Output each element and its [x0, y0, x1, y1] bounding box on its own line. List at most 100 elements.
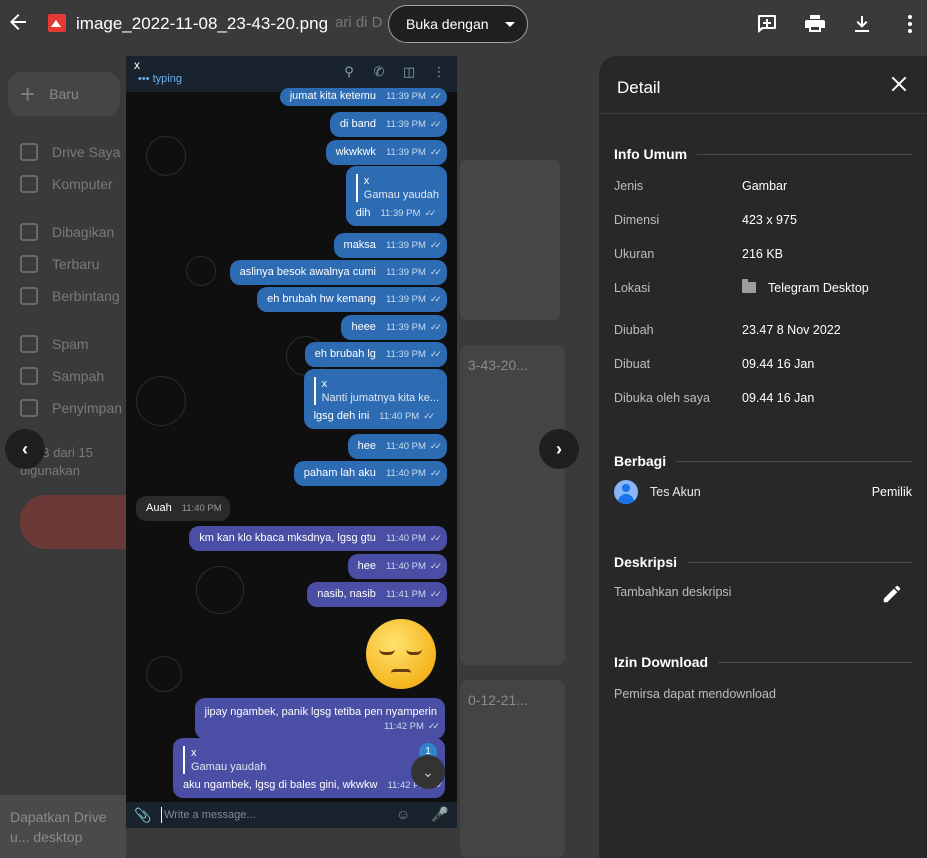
message-bubble: eh brubah lg 11:39 PM ✓✓ [304, 342, 447, 367]
detail-key: Dibuat [614, 357, 651, 371]
message-bubble: km kan klo kbaca mksdnya, lgsg gtu 11:40 … [189, 526, 447, 551]
message-bubble: heee 11:39 PM ✓✓ [341, 315, 447, 340]
reply-quote: x Gamau yaudah [355, 174, 439, 202]
close-icon[interactable] [887, 72, 911, 96]
incoming-message-bubble: Auah 11:40 PM [136, 496, 230, 521]
sidebar-item-trash[interactable]: Sampah [20, 365, 104, 387]
doodle [136, 376, 186, 426]
location-link[interactable]: Telegram Desktop [742, 279, 869, 295]
sidebar-item-storage[interactable]: Penyimpan [20, 397, 122, 419]
chat-header-icons: ⚲ ✆ ◫ ⋮ [341, 64, 447, 80]
message-bubble: jumat kita ketemu 11:39 PM ✓✓ [279, 88, 447, 106]
section-download-permission: Izin Download [614, 654, 912, 670]
contact-name: x [134, 58, 140, 72]
new-button[interactable]: + Baru [8, 72, 120, 116]
doodle [146, 656, 182, 692]
doodle [196, 566, 244, 614]
detail-key: Diubah [614, 323, 654, 337]
section-sharing: Berbagi [614, 453, 912, 469]
sidebar-icon: ◫ [402, 64, 416, 79]
detail-key: Ukuran [614, 247, 655, 261]
detail-key: Lokasi [614, 281, 651, 295]
reply-quote: x Nanti jumatnya kita ke... [313, 377, 439, 405]
pencil-icon[interactable] [881, 583, 903, 605]
message-input-placeholder: Write a message... [164, 809, 256, 821]
phone-icon: ✆ [373, 64, 385, 79]
doodle [186, 256, 216, 286]
sidebar-item-starred[interactable]: Berbintang [20, 285, 120, 307]
detail-value: 216 KB [742, 247, 784, 261]
sidebar-item-shared[interactable]: Dibagikan [20, 221, 114, 243]
desktop-promo[interactable]: Dapatkan Drive u... desktop [0, 795, 126, 858]
file-title: image_2022-11-08_23-43-20.png [76, 14, 329, 33]
message-bubble: aslinya besok awalnya cumi 11:39 PM ✓✓ [229, 260, 447, 285]
more-vert-icon: ⋮ [432, 64, 446, 79]
drive-icon [20, 143, 38, 161]
attach-icon: 📎 [134, 807, 152, 823]
details-title: Detail [617, 78, 661, 97]
description-placeholder: Tambahkan deskripsi [614, 585, 732, 599]
section-description: Deskripsi [614, 554, 912, 570]
print-icon[interactable] [803, 12, 827, 36]
message-bubble: maksa 11:39 PM ✓✓ [333, 233, 447, 258]
search-icon: ⚲ [344, 64, 354, 79]
back-arrow-icon[interactable] [6, 10, 30, 34]
mic-icon: 🎤 [431, 806, 449, 822]
message-bubble-reply: x Gamau yaudah dih 11:39 PM ✓✓ [345, 166, 447, 226]
file-card[interactable]: 0-12-21... [460, 680, 565, 858]
new-button-label: Baru [49, 86, 79, 102]
viewer-topbar: image_2022-11-08_23-43-20.png Buka denga… [0, 0, 927, 48]
spam-icon [20, 335, 38, 353]
computer-icon [20, 175, 38, 193]
avatar [614, 480, 638, 504]
download-icon[interactable] [850, 12, 874, 36]
detail-key: Dibuka oleh saya [614, 391, 710, 405]
detail-key: Jenis [614, 179, 644, 193]
share-row: Tes Akun Pemilik [614, 480, 912, 504]
pensive-emoji-sticker [366, 619, 436, 689]
clock-icon [20, 255, 38, 273]
details-panel: Detail Info Umum Jenis Gambar Dimensi 42… [599, 56, 927, 858]
emoji-icon: ☺ [396, 806, 411, 822]
more-vert-icon[interactable] [898, 12, 922, 36]
message-bubble: di band 11:39 PM ✓✓ [329, 112, 447, 137]
message-bubble: jipay ngambek, panik lgsg tetiba pen nya… [194, 698, 445, 739]
message-input-bar: 📎 Write a message... ☺ 🎤 [126, 802, 457, 828]
cloud-icon [20, 399, 38, 417]
next-image-button[interactable]: › [539, 429, 579, 469]
download-permission-text: Pemirsa dapat mendownload [614, 687, 776, 701]
file-thumbnail [460, 160, 560, 320]
image-preview: x ••• typing ⚲ ✆ ◫ ⋮ jumat kita ketemu 11… [126, 56, 457, 828]
sidebar-item-recent[interactable]: Terbaru [20, 253, 99, 275]
section-general-info: Info Umum [614, 146, 912, 162]
reply-quote: x Gamau yaudah [183, 746, 437, 774]
share-user-name: Tes Akun [650, 485, 701, 499]
message-bubble: paham lah aku 11:40 PM ✓✓ [293, 461, 447, 486]
sidebar-item-computers[interactable]: Komputer [20, 173, 113, 195]
message-bubble: nasib, nasib 11:41 PM ✓✓ [307, 582, 447, 607]
doodle [146, 136, 186, 176]
message-bubble: wkwkwk 11:39 PM ✓✓ [325, 140, 447, 165]
sidebar-item-my-drive[interactable]: Drive Saya [20, 141, 120, 163]
chevron-down-icon [504, 21, 515, 27]
typing-status: ••• typing [138, 73, 182, 85]
open-with-button[interactable]: Buka dengan [388, 5, 528, 43]
sidebar-item-spam[interactable]: Spam [20, 333, 89, 355]
previous-image-button[interactable]: ‹ [5, 429, 45, 469]
plus-icon: + [20, 79, 36, 109]
message-bubble-reply: x Gamau yaudah aku ngambek, lgsg di bales… [173, 738, 445, 798]
add-comment-icon[interactable] [755, 12, 779, 36]
detail-key: Dimensi [614, 213, 660, 227]
people-icon [20, 223, 38, 241]
open-with-label: Buka dengan [406, 16, 489, 32]
message-bubble-reply: x Nanti jumatnya kita ke... lgsg deh ini 1… [303, 369, 447, 429]
image-file-icon [48, 14, 66, 32]
scroll-down-icon: ⌄ [411, 755, 445, 789]
message-bubble: hee 11:40 PM ✓✓ [347, 434, 447, 459]
message-bubble: hee 11:40 PM ✓✓ [347, 554, 447, 579]
message-bubble: eh brubah hw kemang 11:39 PM ✓✓ [257, 287, 447, 312]
detail-value: 23.47 8 Nov 2022 [742, 323, 841, 337]
detail-value: 423 x 975 [742, 213, 797, 227]
file-card[interactable]: 3-43-20... [460, 345, 565, 665]
folder-icon [742, 279, 756, 293]
